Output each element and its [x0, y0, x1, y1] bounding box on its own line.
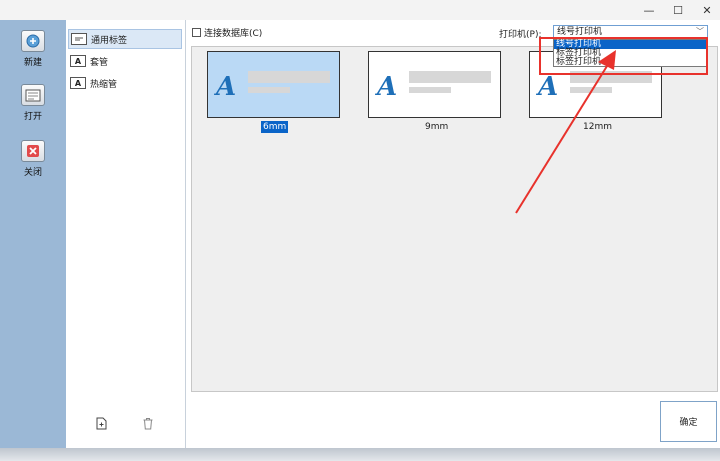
- template-card-6mm[interactable]: A: [207, 51, 340, 118]
- title-bar: — ☐ ✕: [0, 0, 720, 20]
- connect-database-checkbox[interactable]: [192, 28, 201, 37]
- minimize-button[interactable]: —: [634, 0, 664, 20]
- connect-database-label: 连接数据库(C): [204, 29, 263, 39]
- heat-shrink-icon: A: [70, 77, 86, 89]
- window-bottom-edge: [0, 448, 720, 461]
- printer-label: 打印机(P):: [499, 30, 542, 40]
- close-doc-icon: [21, 140, 45, 162]
- template-card-9mm[interactable]: A: [368, 51, 501, 118]
- minimize-icon: —: [643, 3, 655, 17]
- category-label: 热缩管: [90, 79, 118, 90]
- category-panel: 通用标签 A 套管 A 热缩管: [66, 20, 186, 448]
- sleeve-icon: A: [70, 55, 86, 67]
- maximize-button[interactable]: ☐: [663, 0, 693, 20]
- main-area: 连接数据库(C) 打印机(P): 线号打印机 ﹀ A 6mm A 9mm A 1…: [187, 20, 720, 448]
- placeholder-bar: [248, 87, 290, 93]
- label-template-icon: A: [216, 72, 237, 102]
- category-actions: [66, 416, 186, 436]
- placeholder-bar: [248, 71, 330, 83]
- template-size-label: 6mm: [261, 121, 289, 133]
- placeholder-bar: [409, 87, 451, 93]
- category-item-heat-shrink[interactable]: A 热缩管: [68, 73, 182, 93]
- printer-selected-value: 线号打印机: [557, 27, 603, 37]
- category-item-general[interactable]: 通用标签: [68, 29, 182, 49]
- delete-template-button[interactable]: [141, 416, 155, 430]
- maximize-icon: ☐: [673, 3, 683, 17]
- add-file-icon: [96, 417, 107, 429]
- category-label: 通用标签: [91, 35, 128, 46]
- category-item-sleeve[interactable]: A 套管: [68, 51, 182, 71]
- add-template-button[interactable]: [94, 416, 108, 430]
- annotation-arrow: [515, 50, 616, 214]
- close-window-button[interactable]: ✕: [692, 0, 720, 20]
- new-label-icon: [21, 30, 45, 52]
- new-button[interactable]: 新建: [0, 30, 66, 68]
- category-label: 套管: [90, 57, 109, 68]
- connect-database-option[interactable]: 连接数据库(C): [192, 26, 262, 39]
- trash-icon: [143, 417, 153, 429]
- left-toolbar: 新建 打开 关闭: [0, 20, 66, 448]
- label-template-icon: A: [377, 72, 398, 102]
- label-icon: [71, 33, 87, 45]
- template-size-label: 9mm: [425, 122, 449, 132]
- ok-button[interactable]: 确定: [660, 401, 717, 442]
- open-button-label: 打开: [23, 112, 42, 122]
- new-button-label: 新建: [23, 58, 42, 68]
- close-doc-button-label: 关闭: [23, 168, 42, 178]
- close-icon: ✕: [702, 3, 712, 17]
- close-doc-button[interactable]: 关闭: [0, 140, 66, 178]
- template-gallery: A 6mm A 9mm A 12mm: [191, 46, 718, 392]
- open-button[interactable]: 打开: [0, 84, 66, 122]
- placeholder-bar: [409, 71, 491, 83]
- open-folder-icon: [21, 84, 45, 106]
